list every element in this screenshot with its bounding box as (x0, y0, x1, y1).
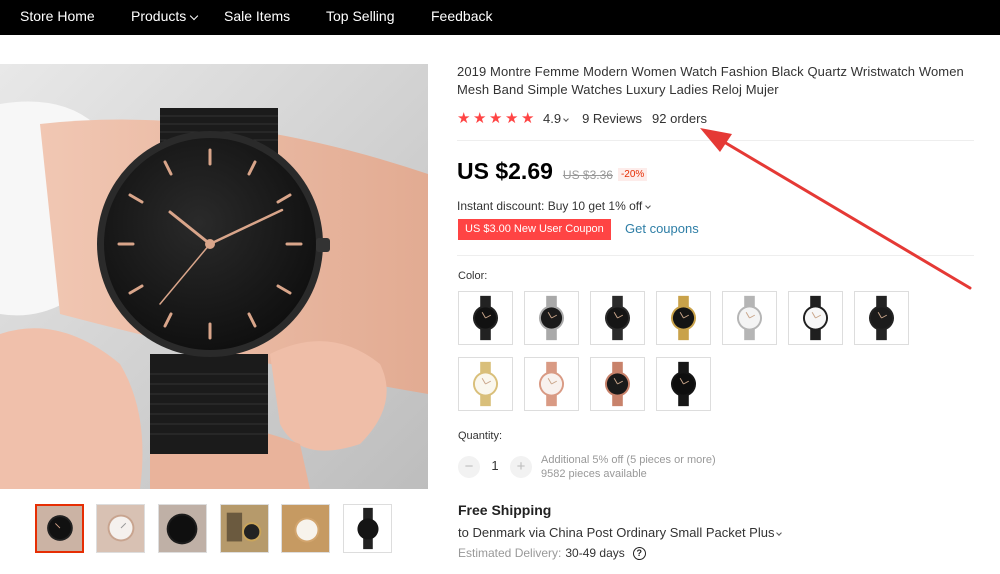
watch-swatch-icon (459, 358, 512, 410)
help-icon[interactable]: ? (632, 546, 646, 560)
watch-swatch-icon (525, 292, 578, 344)
quantity-info: Additional 5% off (5 pieces or more) 958… (541, 453, 716, 481)
color-swatch-black-gold[interactable] (854, 291, 909, 345)
watch-swatch-icon (591, 358, 644, 410)
color-swatch-black-mesh[interactable] (458, 291, 513, 345)
chevron-down-icon (645, 203, 652, 209)
watch-swatch-icon (591, 292, 644, 344)
nav-sale-items[interactable]: Sale Items (224, 0, 290, 35)
color-swatch-silver-black[interactable] (524, 291, 579, 345)
color-swatch-black-rose[interactable] (590, 291, 645, 345)
thumbnail-3[interactable] (158, 504, 207, 553)
thumb-black-product-image (344, 505, 391, 552)
quantity-label: Quantity: (458, 430, 503, 442)
quantity-value[interactable]: 1 (486, 458, 504, 473)
thumbnail-6[interactable] (343, 504, 392, 553)
watch-swatch-icon (459, 292, 512, 344)
watch-swatch-icon (657, 358, 710, 410)
original-price: US $3.36 (562, 168, 613, 182)
nav-products[interactable]: Products (131, 0, 199, 35)
color-swatch-all-black[interactable] (656, 357, 711, 411)
color-swatch-rosegold-white[interactable] (524, 357, 579, 411)
divider (457, 140, 974, 141)
product-title: 2019 Montre Femme Modern Women Watch Fas… (457, 64, 964, 97)
chevron-down-icon (563, 115, 569, 122)
nav-products-label: Products (131, 8, 187, 24)
watch-swatch-icon (723, 292, 776, 344)
color-swatch-gold-black[interactable] (656, 291, 711, 345)
shipping-destination: to Denmark via China Post Ordinary Small… (458, 525, 775, 540)
nav-top-selling[interactable]: Top Selling (326, 0, 395, 35)
divider (457, 255, 974, 256)
estimated-delivery: Estimated Delivery: 30-49 days ? (458, 546, 646, 560)
star-icon: ★ (521, 109, 535, 127)
thumb-gold-lifestyle-image (221, 505, 268, 552)
nav-top-selling-label: Top Selling (326, 8, 395, 24)
shipping-destination-dropdown[interactable]: to Denmark via China Post Ordinary Small… (458, 525, 783, 540)
current-price: US $2.69 (457, 158, 553, 184)
watch-swatch-icon (789, 292, 842, 344)
watch-swatch-icon (525, 358, 578, 410)
additional-discount-text: Additional 5% off (5 pieces or more) (541, 454, 716, 466)
thumbnail-4[interactable] (220, 504, 269, 553)
pieces-available-text: 9582 pieces available (541, 468, 647, 480)
thumb-white-lifestyle-image (282, 505, 329, 552)
rating-value-dropdown[interactable]: 4.9 (543, 110, 569, 126)
new-user-coupon-badge[interactable]: US $3.00 New User Coupon (458, 219, 611, 240)
estimated-delivery-label: Estimated Delivery: (458, 546, 562, 560)
thumb-black-wrist-image (37, 506, 82, 551)
instant-discount-label: Instant discount: Buy 10 get 1% off (457, 199, 643, 213)
thumbnail-5[interactable] (281, 504, 330, 553)
watch-on-wrist-image (0, 64, 428, 489)
nav-feedback[interactable]: Feedback (431, 0, 492, 35)
thumb-black-closeup-image (159, 505, 206, 552)
thumb-white-wrist-image (97, 505, 144, 552)
nav-store-home[interactable]: Store Home (20, 0, 95, 35)
top-nav: Store Home Products Sale Items Top Selli… (0, 0, 1000, 35)
color-swatch-black-white[interactable] (788, 291, 843, 345)
rating-row: ★ ★ ★ ★ ★ 4.9 9 Reviews 92 orders (457, 110, 707, 126)
chevron-down-icon (190, 11, 199, 21)
shipping-title: Free Shipping (458, 502, 552, 518)
star-rating: ★ ★ ★ ★ ★ (457, 111, 537, 126)
color-swatch-gold-white[interactable] (458, 357, 513, 411)
orders-count: 92 orders (652, 110, 707, 126)
star-icon: ★ (457, 109, 471, 127)
reviews-link[interactable]: 9 Reviews (582, 111, 642, 126)
chevron-down-icon (776, 530, 783, 536)
thumbnail-1[interactable] (35, 504, 84, 553)
estimated-delivery-days: 30-49 days (565, 546, 625, 560)
color-swatch-rosegold-black[interactable] (590, 357, 645, 411)
main-product-image[interactable] (0, 64, 428, 489)
watch-swatch-icon (657, 292, 710, 344)
watch-swatch-icon (855, 292, 908, 344)
price-row: US $2.69 US $3.36 -20% (457, 158, 648, 185)
thumbnail-2[interactable] (96, 504, 145, 553)
quantity-increase-button[interactable]: + (510, 456, 532, 478)
color-swatch-silver-white[interactable] (722, 291, 777, 345)
star-icon: ★ (505, 109, 519, 127)
quantity-decrease-button[interactable]: − (458, 456, 480, 478)
get-coupons-link[interactable]: Get coupons (625, 221, 699, 236)
star-icon: ★ (473, 109, 487, 127)
color-label: Color: (458, 270, 488, 282)
nav-feedback-label: Feedback (431, 8, 493, 24)
nav-store-home-label: Store Home (20, 8, 95, 24)
instant-discount[interactable]: Instant discount: Buy 10 get 1% off (457, 199, 652, 213)
discount-badge: -20% (617, 168, 648, 181)
rating-value: 4.9 (543, 110, 562, 126)
nav-sale-items-label: Sale Items (224, 8, 291, 24)
star-icon: ★ (489, 109, 503, 127)
